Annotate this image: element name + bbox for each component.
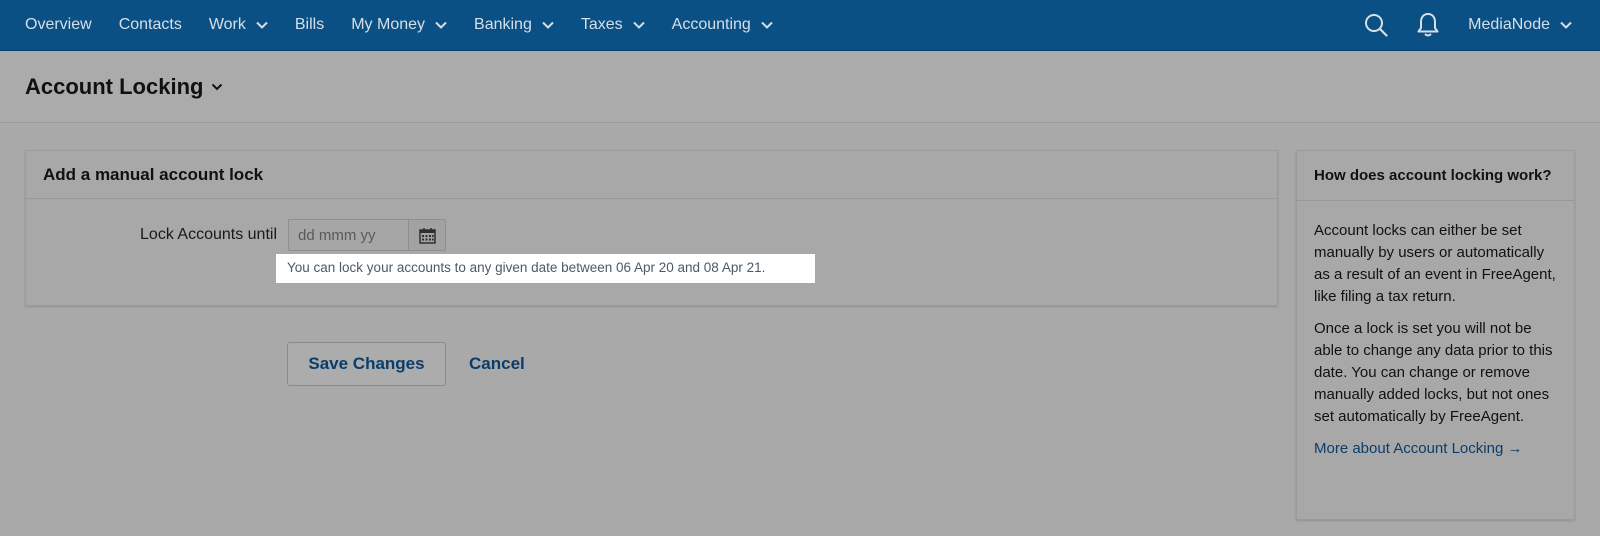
chevron-down-icon — [761, 21, 773, 29]
help-body: Account locks can either be set manually… — [1297, 201, 1574, 460]
user-menu[interactable]: MediaNode — [1468, 16, 1572, 34]
nav-item-overview[interactable]: Overview — [25, 0, 92, 50]
chevron-down-icon[interactable] — [211, 83, 223, 91]
nav-right: MediaNode — [1336, 0, 1600, 50]
chevron-down-icon — [632, 21, 645, 29]
chevron-down-icon — [256, 21, 268, 29]
lock-date-input[interactable] — [288, 219, 408, 251]
nav-menu: Overview Contacts Work Bills My Money Ba… — [0, 0, 800, 50]
chevron-down-icon — [1560, 21, 1572, 29]
nav-item-my-money[interactable]: My Money — [351, 0, 447, 50]
panel-title: Add a manual account lock — [26, 151, 1277, 199]
page-header: Account Locking — [0, 51, 1600, 123]
help-panel: How does account locking work? Account l… — [1296, 150, 1575, 520]
nav-item-work[interactable]: Work — [209, 0, 268, 50]
save-changes-button[interactable]: Save Changes — [287, 342, 446, 386]
manual-lock-panel: Add a manual account lock Lock Accounts … — [25, 150, 1278, 306]
bell-icon[interactable] — [1416, 12, 1440, 38]
calendar-icon[interactable] — [408, 219, 446, 251]
lock-date-row: Lock Accounts until — [26, 219, 1277, 251]
page-title: Account Locking — [25, 73, 204, 99]
search-icon[interactable] — [1364, 13, 1388, 37]
help-title: How does account locking work? — [1297, 151, 1574, 201]
cancel-link[interactable]: Cancel — [469, 354, 525, 374]
nav-item-accounting[interactable]: Accounting — [672, 0, 773, 50]
nav-item-contacts[interactable]: Contacts — [119, 0, 182, 50]
nav-item-taxes[interactable]: Taxes — [581, 0, 645, 50]
date-range-hint: You can lock your accounts to any given … — [276, 254, 815, 283]
chevron-down-icon — [542, 21, 554, 29]
chevron-down-icon — [435, 21, 447, 29]
help-paragraph: Account locks can either be set manually… — [1314, 222, 1556, 305]
nav-item-banking[interactable]: Banking — [474, 0, 554, 50]
more-about-locking-link[interactable]: More about Account Locking → — [1314, 438, 1557, 460]
help-paragraph: Once a lock is set you will not be able … — [1314, 320, 1553, 425]
lock-accounts-label: Lock Accounts until — [140, 226, 277, 243]
nav-item-bills[interactable]: Bills — [295, 0, 324, 50]
top-nav: Overview Contacts Work Bills My Money Ba… — [0, 0, 1600, 51]
